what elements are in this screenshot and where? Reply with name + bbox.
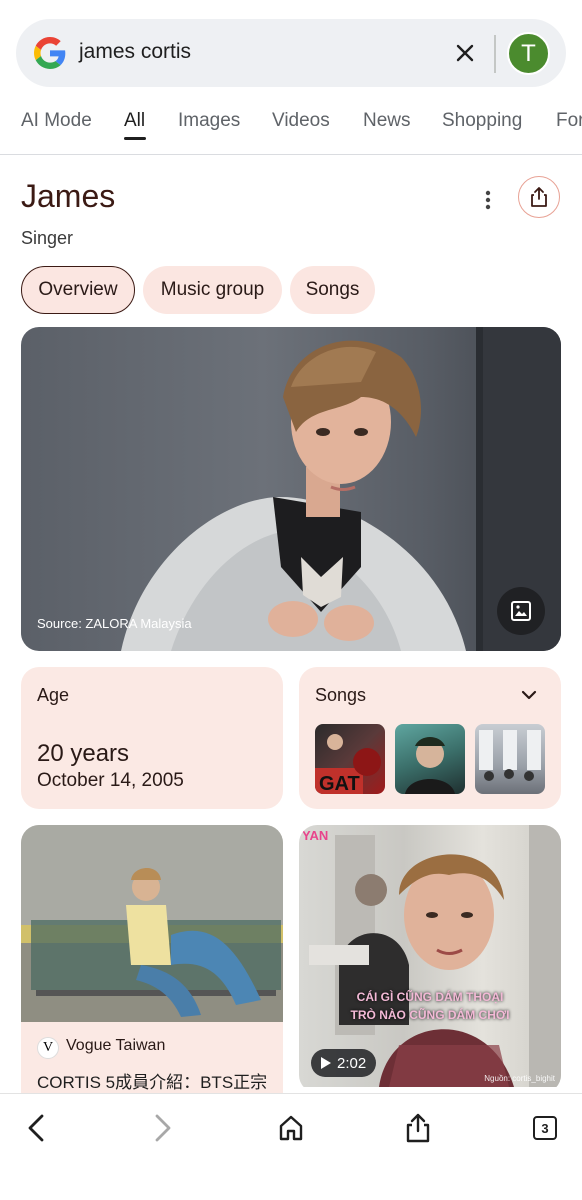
share-icon [531,187,547,207]
share-icon [406,1113,430,1143]
more-vert-icon[interactable] [478,188,498,212]
album-art-illustration: GAT [315,734,381,794]
image-view-button[interactable] [497,587,545,635]
tab-images[interactable]: Images [178,110,240,132]
photo-illustration [21,825,283,1022]
chip-overview[interactable]: Overview [21,266,135,314]
close-icon[interactable] [453,41,477,65]
video-duration-badge: 2:02 [311,1049,377,1077]
video-duration: 2:02 [337,1054,367,1072]
song-thumbnail[interactable] [475,724,545,794]
forward-button[interactable] [145,1110,181,1146]
tabs-button[interactable]: 3 [527,1110,563,1146]
chevron-down-icon[interactable] [519,685,539,705]
chevron-right-icon [155,1114,171,1142]
image-source-caption: Source: ZALORA Malaysia [37,616,192,631]
publisher-name: Vogue Taiwan [66,1037,166,1054]
tab-count-badge: 3 [533,1116,557,1140]
video-thumbnail: YAN CÁI GÌ CŨNG DÁM THOẠI TRÒ NÀO CŨNG D… [299,825,561,1087]
share-button[interactable] [518,176,560,218]
portrait-illustration [121,327,561,651]
video-caption-line-1: CÁI GÌ CŨNG DÁM THOẠI [356,990,504,1004]
video-credit: Nguồn: cortis_bighit [484,1074,555,1083]
entity-title: James [21,178,116,214]
tab-all[interactable]: All [124,110,145,132]
tab-ai-mode[interactable]: AI Mode [21,110,92,132]
birth-date: October 14, 2005 [37,770,184,791]
avatar[interactable]: T [507,32,550,75]
songs-card[interactable]: Songs GAT [299,667,561,809]
chevron-left-icon [28,1114,44,1142]
tab-shopping[interactable]: Shopping [442,110,522,132]
article-body: V Vogue Taiwan CORTIS 5成員介紹：BTS正宗 [21,1022,283,1093]
songs-label: Songs [315,685,367,705]
video-card[interactable]: YAN CÁI GÌ CŨNG DÁM THOẠI TRÒ NÀO CŨNG D… [299,825,561,1093]
search-tabs: AI Mode All Images Videos News Shopping … [0,100,582,155]
search-input[interactable]: james cortis [79,40,191,64]
chip-songs[interactable]: Songs [290,266,375,314]
article-card[interactable]: V Vogue Taiwan CORTIS 5成員介紹：BTS正宗 [21,825,283,1093]
tab-forums[interactable]: For [556,110,582,132]
home-icon [279,1115,303,1141]
channel-logo: YAN [302,828,329,843]
publisher-logo: V [37,1037,59,1059]
album-art-illustration [479,730,541,781]
chip-music-group[interactable]: Music group [143,266,282,314]
tab-news[interactable]: News [363,110,411,132]
song-thumbnail[interactable]: GAT [315,724,385,794]
article-title[interactable]: CORTIS 5成員介紹：BTS正宗 [37,1068,267,1093]
entity-subtitle: Singer [21,228,74,248]
divider [494,35,496,73]
active-tab-indicator [124,137,146,140]
search-bar[interactable]: james cortis T [16,19,566,87]
tab-videos[interactable]: Videos [272,110,330,132]
share-page-button[interactable] [400,1110,436,1146]
age-card[interactable]: Age 20 years October 14, 2005 [21,667,283,809]
back-button[interactable] [18,1110,54,1146]
song-thumbnail[interactable] [395,724,465,794]
video-caption-line-2: TRÒ NÀO CŨNG DÁM CHƠI [350,1008,510,1022]
play-icon [321,1057,331,1069]
hero-image[interactable]: Source: ZALORA Malaysia [21,327,561,651]
article-image [21,825,283,1022]
home-button[interactable] [273,1110,309,1146]
age-value: 20 years [37,740,130,767]
album-art-illustration [405,737,455,794]
svg-text:GAT: GAT [319,773,360,794]
browser-toolbar: 3 [0,1093,582,1200]
image-icon [511,601,531,621]
age-label: Age [37,685,70,705]
video-still-illustration [309,825,561,1087]
google-logo-icon [34,37,66,69]
